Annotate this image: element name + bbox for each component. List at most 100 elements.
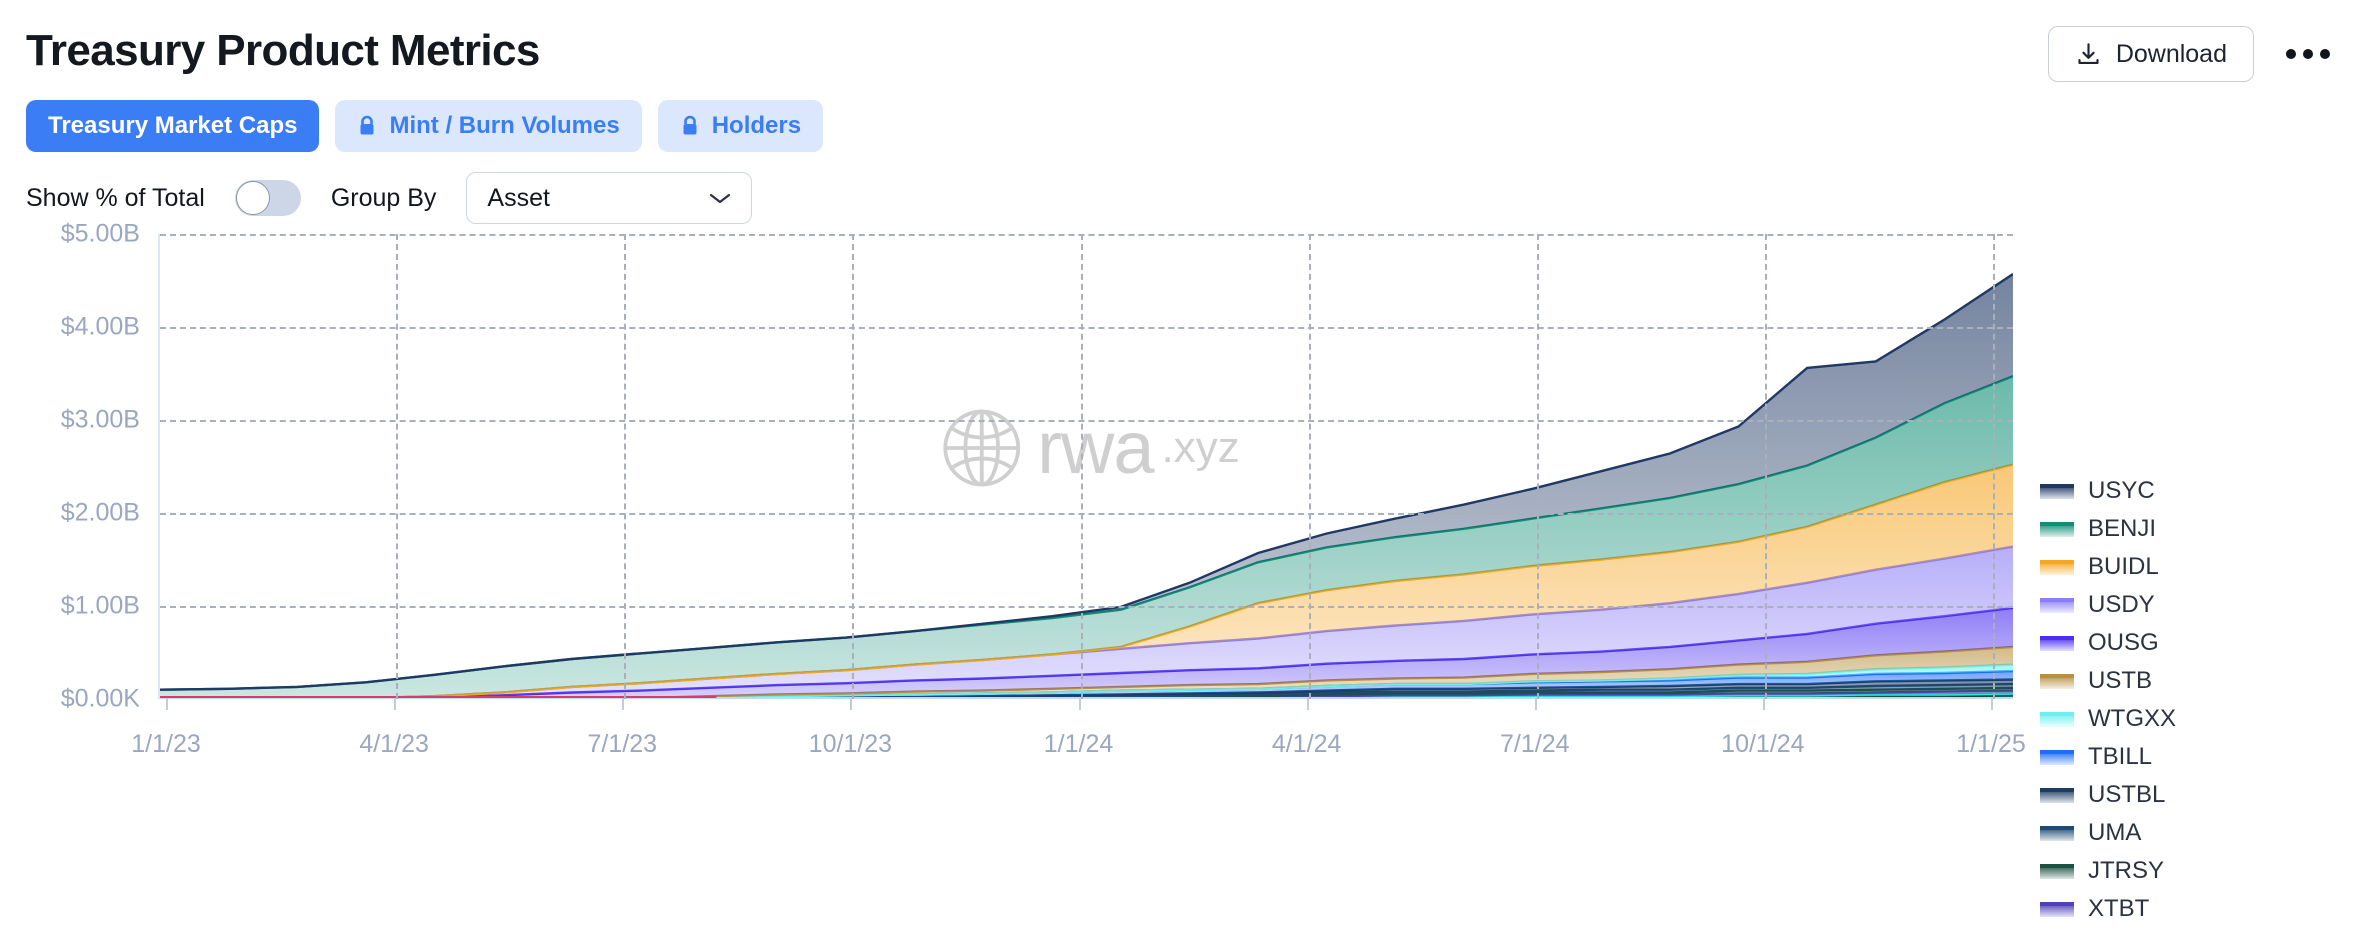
legend-item-label: BENJI: [2088, 515, 2157, 542]
chart-legend: USYC BENJI BUIDL USDY OUSG USTB WTGXX TBILL USTB…: [2040, 472, 2364, 936]
gridline-vertical: [852, 234, 855, 699]
tab-holders[interactable]: Holders: [657, 100, 824, 152]
x-axis-tick: [1534, 698, 1537, 710]
gridline-vertical: [1080, 234, 1083, 699]
tab-label: Treasury Market Caps: [48, 112, 298, 139]
tab-label: Holders: [711, 112, 802, 139]
y-axis-tick-label: $4.00B: [60, 312, 140, 341]
chart-plot-area[interactable]: rwa .xyz: [158, 234, 2013, 699]
x-axis-tick-label: 1/1/24: [1043, 730, 1114, 758]
stacked-area-series: [160, 234, 2013, 699]
legend-item-uma[interactable]: UMA: [2040, 814, 2364, 852]
legend-item-label: OUSG: [2088, 629, 2159, 656]
x-axis-tick-label: 7/1/24: [1499, 730, 1570, 758]
ellipsis-icon: [2303, 49, 2313, 59]
legend-item-gdcp[interactable]: GDCP: [2040, 928, 2364, 936]
gridline-vertical: [1308, 234, 1311, 699]
x-axis-tick: [1078, 698, 1081, 710]
x-axis-tick: [1991, 698, 1993, 710]
legend-item-label: JTRSY: [2088, 857, 2165, 884]
chart-container: $0.00K $1.00B $2.00B $3.00B $4.00B $5.00B rwa…: [0, 220, 2364, 936]
legend-item-usyc[interactable]: USYC: [2040, 472, 2364, 510]
y-axis-tick-label: $0.00K: [60, 684, 140, 713]
x-axis-tick: [1762, 698, 1765, 710]
gridline-horizontal: [160, 513, 2013, 515]
page-title: Treasury Product Metrics: [26, 26, 540, 75]
gridline-horizontal: [160, 606, 2013, 608]
show-percent-label: Show % of Total: [26, 183, 205, 212]
y-axis-tick-label: $3.00B: [60, 405, 140, 434]
chart-controls: Show % of Total Group By Asset: [26, 172, 753, 224]
legend-color-swatch: [2040, 825, 2074, 841]
x-axis-tick-label: 10/1/24: [1721, 730, 1805, 758]
legend-color-swatch: [2040, 711, 2074, 727]
metric-tabs: Treasury Market Caps Mint / Burn Volumes…: [26, 100, 824, 152]
chevron-down-icon: [710, 193, 731, 204]
download-button[interactable]: Download: [2047, 26, 2254, 82]
legend-color-swatch: [2040, 521, 2074, 537]
ellipsis-icon: [2320, 49, 2330, 59]
gridline-horizontal: [160, 420, 2013, 422]
legend-item-label: BUIDL: [2088, 553, 2159, 580]
x-axis-tick-label: 1/1/25: [1956, 730, 2026, 758]
tab-label: Mint / Burn Volumes: [389, 112, 620, 139]
tab-treasury-market-caps[interactable]: Treasury Market Caps: [26, 100, 320, 152]
x-axis-tick-label: 4/1/24: [1271, 730, 1342, 758]
legend-color-swatch: [2040, 749, 2074, 765]
legend-item-label: WTGXX: [2088, 705, 2176, 732]
x-axis-tick-label: 10/1/23: [808, 730, 893, 758]
page-header: Treasury Product Metrics Download: [0, 0, 2364, 100]
legend-item-wtgxx[interactable]: WTGXX: [2040, 700, 2364, 738]
gridline-vertical: [1993, 234, 1995, 699]
header-actions: Download: [2047, 26, 2336, 82]
gridline-vertical: [396, 234, 399, 699]
gridline-vertical: [1536, 234, 1539, 699]
tab-mint-burn-volumes[interactable]: Mint / Burn Volumes: [335, 100, 642, 152]
x-axis-tick: [394, 698, 397, 710]
gridline-horizontal: [160, 234, 2013, 236]
y-axis-tick-label: $2.00B: [60, 498, 140, 527]
legend-item-tbill[interactable]: TBILL: [2040, 738, 2364, 776]
legend-item-benji[interactable]: BENJI: [2040, 510, 2364, 548]
gridline-vertical: [624, 234, 627, 699]
y-axis-labels: $0.00K $1.00B $2.00B $3.00B $4.00B $5.00B: [0, 220, 148, 713]
legend-color-swatch: [2040, 597, 2074, 613]
ellipsis-icon: [2286, 49, 2296, 59]
lock-icon: [360, 115, 374, 135]
legend-item-label: XTBT: [2088, 895, 2150, 922]
legend-item-label: TBILL: [2088, 743, 2153, 770]
show-percent-toggle[interactable]: [234, 180, 301, 216]
legend-color-swatch: [2040, 863, 2074, 879]
y-axis-tick-label: $1.00B: [60, 591, 140, 620]
legend-item-ousg[interactable]: OUSG: [2040, 624, 2364, 662]
gridline-horizontal: [160, 327, 2013, 329]
toggle-knob: [235, 181, 270, 215]
legend-item-ustb[interactable]: USTB: [2040, 662, 2364, 700]
legend-item-label: USTB: [2088, 667, 2153, 694]
legend-color-swatch: [2040, 635, 2074, 651]
group-by-label: Group By: [330, 183, 437, 212]
group-by-select[interactable]: Asset: [466, 172, 753, 224]
legend-color-swatch: [2040, 901, 2074, 917]
legend-item-jtrsy[interactable]: JTRSY: [2040, 852, 2364, 890]
legend-item-ustbl[interactable]: USTBL: [2040, 776, 2364, 814]
x-axis-tick: [166, 698, 168, 710]
legend-item-label: USTBL: [2088, 781, 2166, 808]
legend-item-xtbt[interactable]: XTBT: [2040, 890, 2364, 928]
legend-color-swatch: [2040, 673, 2074, 689]
legend-item-usdy[interactable]: USDY: [2040, 586, 2364, 624]
more-options-button[interactable]: [2280, 39, 2336, 69]
legend-item-label: USDY: [2088, 591, 2155, 618]
legend-item-buidl[interactable]: BUIDL: [2040, 548, 2364, 586]
legend-color-swatch: [2040, 559, 2074, 575]
x-axis-tick-label: 4/1/23: [359, 730, 429, 758]
group-by-value: Asset: [487, 183, 550, 212]
x-axis-tick: [1306, 698, 1309, 710]
gridline-vertical: [1764, 234, 1767, 699]
legend-item-label: USYC: [2088, 477, 2155, 504]
download-icon: [2078, 42, 2099, 64]
download-button-label: Download: [2115, 39, 2227, 68]
legend-item-label: UMA: [2088, 819, 2142, 846]
lock-icon: [683, 115, 697, 135]
x-axis-labels: 1/1/23 4/1/23 7/1/23 10/1/23 1/1/24 4/1/24 7/1…: [131, 698, 2026, 758]
